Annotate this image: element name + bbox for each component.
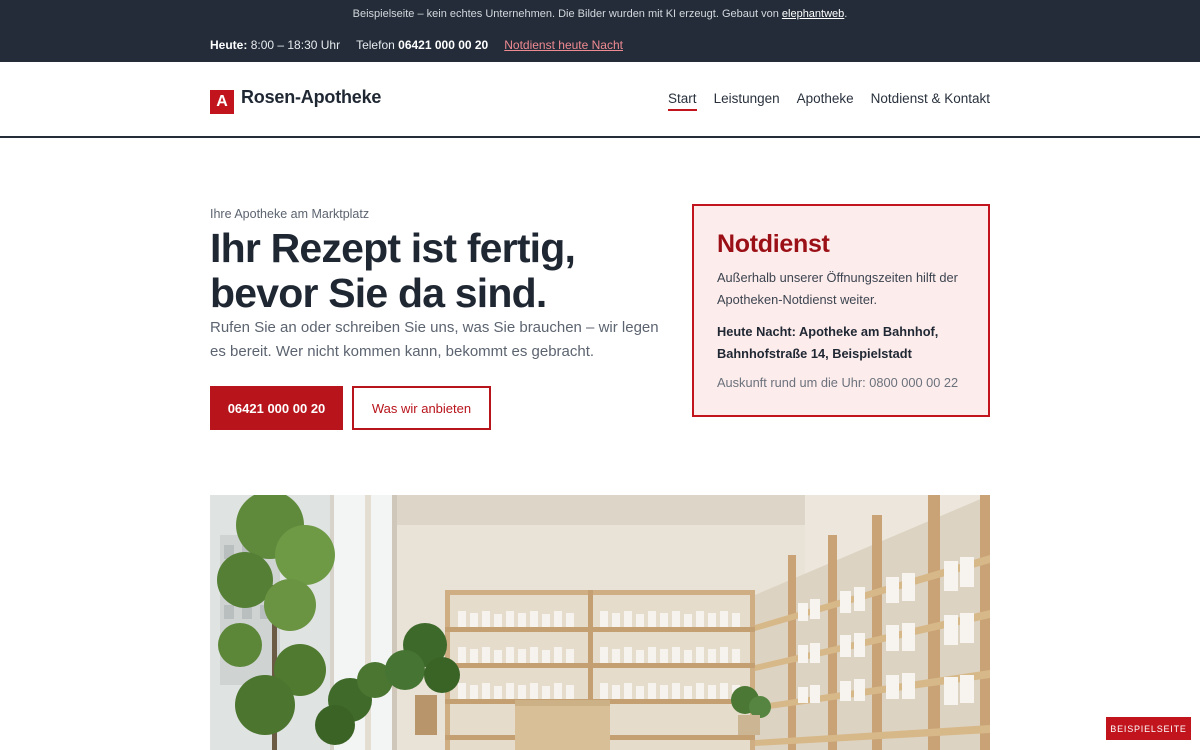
- nav-item-notdienst-kontakt[interactable]: Notdienst & Kontakt: [871, 91, 990, 111]
- top-info-bar: Beispielseite – kein echtes Unternehmen.…: [0, 0, 1200, 62]
- demo-notice-text: Beispielseite – kein echtes Unternehmen.…: [352, 8, 782, 20]
- demo-site-badge: BEISPIELSEITE: [1106, 717, 1191, 740]
- services-button[interactable]: Was wir anbieten: [352, 386, 491, 430]
- notdienst-card: Notdienst Außerhalb unserer Öffnungszeit…: [692, 204, 990, 417]
- night-service-link[interactable]: Notdienst heute Nacht: [504, 38, 623, 52]
- nav-item-start[interactable]: Start: [668, 91, 697, 111]
- hero-lead: Rufen Sie an oder schreiben Sie uns, was…: [210, 319, 659, 360]
- opening-info: Heute: 8:00 – 18:30 Uhr Telefon 06421 00…: [210, 38, 623, 52]
- pharmacy-logo-icon[interactable]: A: [210, 90, 234, 114]
- today-hours: 8:00 – 18:30 Uhr: [250, 38, 341, 52]
- nav-item-apotheke[interactable]: Apotheke: [797, 91, 854, 111]
- elephantweb-link[interactable]: elephantweb: [782, 8, 844, 20]
- nav-item-leistungen[interactable]: Leistungen: [714, 91, 780, 111]
- pharmacy-interior-image: [210, 495, 990, 750]
- site-header: A Rosen-Apotheke Start Leistungen Apothe…: [0, 62, 1200, 138]
- opening-hours: Heute: 8:00 – 18:30 Uhr: [210, 38, 340, 52]
- hero-headline: Ihr Rezept ist fertig, bevor Sie da sind…: [210, 225, 576, 316]
- brand-name[interactable]: Rosen-Apotheke: [241, 87, 381, 108]
- notdienst-title: Notdienst: [717, 230, 830, 258]
- hero-eyebrow: Ihre Apotheke am Marktplatz: [210, 207, 370, 221]
- phone-info: Telefon 06421 000 00 20: [356, 38, 488, 52]
- main-navigation: Start Leistungen Apotheke Notdienst & Ko…: [668, 91, 990, 111]
- today-label: Heute:: [210, 38, 248, 52]
- demo-notice: Beispielseite – kein echtes Unternehmen.…: [0, 8, 1200, 20]
- phone-label: Telefon: [356, 38, 395, 52]
- demo-notice-suffix: .: [844, 8, 848, 20]
- phone-number[interactable]: 06421 000 00 20: [398, 38, 488, 52]
- call-button[interactable]: 06421 000 00 20: [210, 386, 343, 430]
- notdienst-description: Außerhalb unserer Öffnungszeiten hilft d…: [717, 270, 958, 307]
- notdienst-hotline: Auskunft rund um die Uhr: 0800 000 00 22: [717, 375, 959, 390]
- notdienst-tonight: Heute Nacht: Apotheke am Bahnhof, Bahnho…: [717, 324, 939, 361]
